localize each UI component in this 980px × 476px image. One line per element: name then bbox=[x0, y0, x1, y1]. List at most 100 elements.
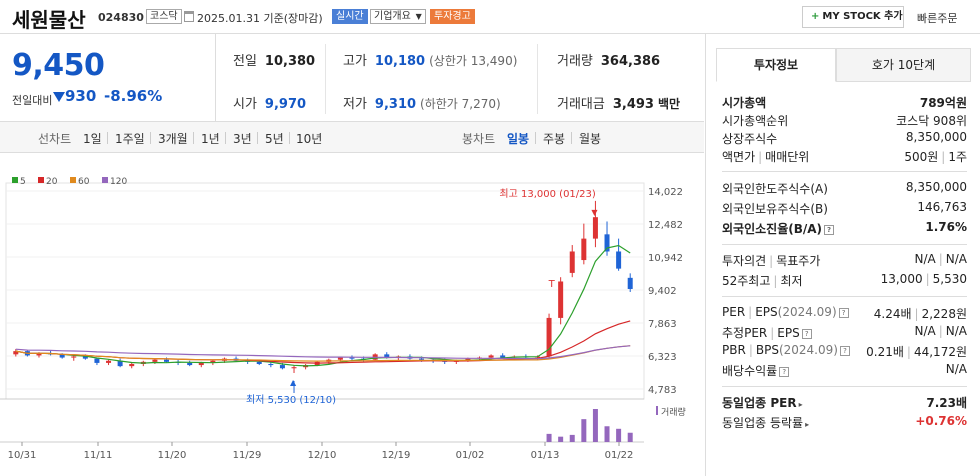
legend-label-20: 20 bbox=[46, 177, 58, 187]
y-tick-label: 7,863 bbox=[648, 319, 677, 330]
period-3m[interactable]: 3개월 bbox=[158, 130, 188, 147]
x-tick-label: 01/02 bbox=[456, 450, 485, 461]
legend-label-60: 60 bbox=[78, 177, 90, 187]
invest-info-panel: 투자정보 호가 10단계 시가총액 789억원 시가총액순위 코스닥 908위 … bbox=[705, 34, 980, 476]
candle-body bbox=[71, 356, 77, 358]
tab-order-book[interactable]: 호가 10단계 bbox=[836, 48, 971, 82]
volume-bar bbox=[627, 432, 633, 442]
high-annotation: 최고 13,000 (01/23) bbox=[499, 188, 595, 200]
low-annotation: 최저 5,530 (12/10) bbox=[246, 394, 336, 406]
info-tabs: 투자정보 호가 10단계 bbox=[716, 48, 971, 82]
y-tick-label: 9,402 bbox=[648, 286, 677, 297]
x-tick-label: 01/13 bbox=[531, 450, 560, 461]
line-chart-label: 선차트 bbox=[38, 132, 72, 146]
plus-icon: + bbox=[811, 11, 820, 22]
y-tick-label: 10,942 bbox=[648, 253, 683, 264]
x-tick-label: 12/10 bbox=[308, 450, 337, 461]
mark-annotation: T bbox=[548, 279, 556, 290]
period-5y[interactable]: 5년 bbox=[265, 130, 284, 147]
period-1w[interactable]: 1주일 bbox=[115, 130, 145, 147]
chevron-down-icon: ▼ bbox=[415, 12, 422, 21]
ma-line-5 bbox=[15, 244, 631, 367]
stat-open: 시가 9,970 bbox=[233, 97, 307, 112]
candle-chart-label: 봉차트 bbox=[462, 132, 496, 146]
stat-high: 고가 10,180 (상한가 13,490) bbox=[343, 54, 518, 69]
legend-label-5: 5 bbox=[20, 177, 26, 187]
row-foreign-ratio: 외국인소진율(B/A)? 1.76% bbox=[722, 220, 967, 236]
stock-code: 024830 bbox=[98, 11, 144, 24]
candle-body bbox=[569, 251, 575, 273]
row-par-unit: 액면가 | 매매단위 500원 | 1주 bbox=[722, 150, 967, 164]
volume-bar bbox=[604, 426, 610, 442]
candle-body bbox=[592, 217, 598, 239]
tab-invest-info[interactable]: 투자정보 bbox=[716, 48, 836, 82]
row-per-eps: PER | EPS(2024.09)? 4.24배 | 2,228원 bbox=[722, 305, 967, 321]
company-overview-dropdown[interactable]: 기업개요 ▼ bbox=[370, 9, 426, 24]
overview-label: 기업개요 bbox=[374, 11, 411, 22]
candle-weekly[interactable]: 주봉 bbox=[543, 130, 565, 147]
x-tick-label: 11/11 bbox=[84, 450, 113, 461]
candle-body bbox=[337, 357, 343, 360]
candle-body bbox=[164, 359, 169, 362]
row-pbr-bps: PBR | BPS(2024.09)? 0.21배 | 44,172원 bbox=[722, 343, 967, 359]
help-icon[interactable]: ? bbox=[839, 346, 850, 356]
candle-body bbox=[268, 363, 274, 366]
chart-period-toolbar: 선차트 1일 1주일 3개월 1년 3년 5년 10년 봉차트 일봉 주봉 월봉 bbox=[0, 121, 704, 153]
down-arrow-icon bbox=[53, 92, 65, 102]
candle-body bbox=[256, 361, 262, 364]
help-icon[interactable]: ? bbox=[801, 329, 812, 339]
mystock-label: MY STOCK 추가 bbox=[822, 11, 903, 22]
help-icon[interactable]: ? bbox=[838, 308, 849, 318]
live-badge[interactable]: 실시간 bbox=[332, 9, 368, 24]
candle-body bbox=[488, 355, 494, 358]
plot-frame bbox=[5, 182, 645, 400]
x-tick-label: 12/19 bbox=[382, 450, 411, 461]
change-label: 전일대비 bbox=[12, 94, 53, 107]
row-shares: 상장주식수 8,350,000 bbox=[722, 130, 967, 146]
candle-body bbox=[152, 359, 158, 362]
add-my-stock-button[interactable]: + MY STOCK 추가 bbox=[802, 6, 904, 28]
triangle-right-icon: ▸ bbox=[805, 420, 810, 429]
stat-low: 저가 9,310 (하한가 7,270) bbox=[343, 97, 501, 112]
change-percent: -8.96% bbox=[104, 87, 163, 105]
y-tick-label: 6,323 bbox=[648, 352, 677, 363]
legend-swatch-60 bbox=[70, 177, 76, 183]
help-icon[interactable]: ? bbox=[779, 367, 790, 377]
stock-name: 세원물산 bbox=[12, 8, 86, 32]
volume-bar bbox=[581, 419, 587, 442]
quick-order-link[interactable]: 빠른주문 bbox=[917, 10, 957, 26]
price-chart[interactable]: 5 20 60 120 14,022 12,482 10,942 9,402 7,863 6,32… bbox=[0, 153, 704, 476]
period-10y[interactable]: 10년 bbox=[296, 130, 322, 147]
volume-bar bbox=[616, 428, 622, 442]
y-tick-label: 14,022 bbox=[648, 187, 683, 198]
row-industry-per[interactable]: 동일업종 PER ▸ 7.23배 bbox=[722, 394, 967, 412]
period-1d[interactable]: 1일 bbox=[83, 130, 102, 147]
candle-body bbox=[291, 367, 297, 369]
row-foreign-limit: 외국인한도주식수(A) 8,350,000 bbox=[722, 180, 967, 196]
help-icon[interactable]: ? bbox=[824, 225, 835, 235]
x-tick-label: 01/22 bbox=[605, 450, 634, 461]
candle-body bbox=[198, 362, 204, 366]
y-tick-label: 4,783 bbox=[648, 385, 677, 396]
candle-body bbox=[604, 234, 610, 252]
triangle-right-icon: ▸ bbox=[798, 400, 803, 409]
candle-body bbox=[627, 277, 633, 289]
volume-bar bbox=[546, 433, 552, 442]
volume-label: 거래량 bbox=[661, 406, 686, 418]
period-3y[interactable]: 3년 bbox=[233, 130, 252, 147]
candle-body bbox=[94, 358, 100, 363]
candle-monthly[interactable]: 월봉 bbox=[579, 130, 601, 147]
row-industry-change[interactable]: 동일업종 등락률 ▸ +0.76% bbox=[722, 414, 967, 432]
stat-amount: 거래대금 3,493 백만 bbox=[557, 97, 681, 112]
change-value: 930 bbox=[65, 87, 97, 105]
price-chart-svg[interactable]: 5 20 60 120 14,022 12,482 10,942 9,402 7,863 6,32… bbox=[0, 153, 704, 476]
volume-legend-swatch bbox=[656, 406, 658, 415]
candle-daily[interactable]: 일봉 bbox=[507, 130, 529, 147]
candle-body bbox=[187, 362, 193, 366]
volume-bar bbox=[569, 434, 575, 442]
period-1y[interactable]: 1년 bbox=[201, 130, 220, 147]
volume-bar bbox=[592, 409, 598, 442]
x-tick-label: 10/31 bbox=[8, 450, 37, 461]
stock-header: 세원물산 024830 코스닥 2025.01.31 기준(장마감) 실시간 기… bbox=[0, 0, 980, 34]
row-market-cap-rank: 시가총액순위 코스닥 908위 bbox=[722, 114, 967, 128]
